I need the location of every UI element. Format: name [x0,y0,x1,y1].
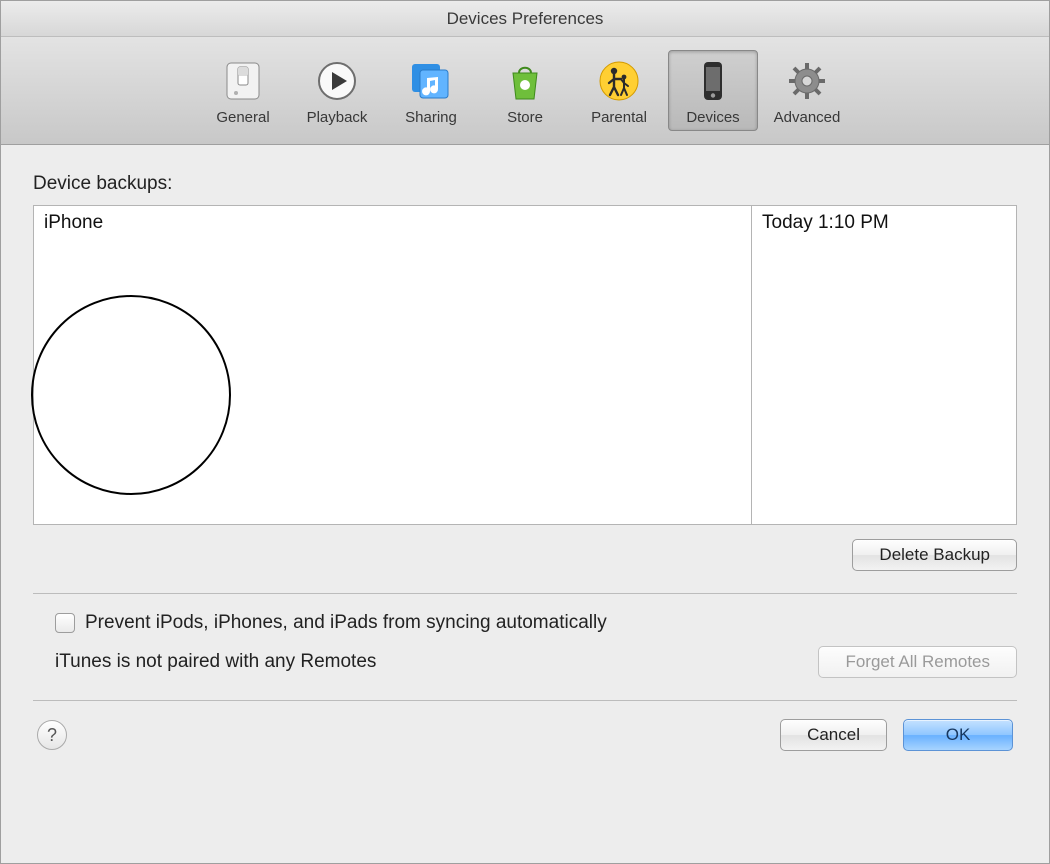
backup-times-column: Today 1:10 PM [752,206,1016,524]
tab-label: General [216,109,269,126]
toolbar: General Playback Sharing [1,37,1049,145]
titlebar: Devices Preferences [1,1,1049,37]
tab-label: Advanced [774,109,841,126]
forget-remotes-button[interactable]: Forget All Remotes [818,646,1017,678]
help-button[interactable]: ? [37,720,67,750]
parental-icon [595,57,643,105]
prevent-sync-row: Prevent iPods, iPhones, and iPads from s… [33,612,1017,634]
preferences-window: Devices Preferences General Playba [0,0,1050,864]
tab-label: Devices [686,109,739,126]
prevent-sync-label: Prevent iPods, iPhones, and iPads from s… [85,612,607,634]
shopping-bag-icon [501,57,549,105]
remotes-row: iTunes is not paired with any Remotes Fo… [33,646,1017,678]
backup-list[interactable]: iPhone Today 1:10 PM [33,205,1017,525]
footer: ? Cancel OK [33,700,1017,771]
tab-general[interactable]: General [198,50,288,131]
tab-parental[interactable]: Parental [574,50,664,131]
window-title: Devices Preferences [447,9,604,29]
device-backups-label: Device backups: [33,173,1017,195]
switch-icon [219,57,267,105]
tab-label: Playback [307,109,368,126]
gear-icon [783,57,831,105]
backup-names-column: iPhone [34,206,752,524]
tab-advanced[interactable]: Advanced [762,50,852,131]
help-icon: ? [47,725,57,746]
tab-label: Parental [591,109,647,126]
ok-button[interactable]: OK [903,719,1013,751]
iphone-icon [689,57,737,105]
tab-devices[interactable]: Devices [668,50,758,131]
tab-store[interactable]: Store [480,50,570,131]
content-area: Device backups: iPhone Today 1:10 PM Del… [1,145,1049,863]
backup-row-time: Today 1:10 PM [752,206,1016,240]
tab-label: Sharing [405,109,457,126]
cancel-button[interactable]: Cancel [780,719,887,751]
play-icon [313,57,361,105]
tab-label: Store [507,109,543,126]
prevent-sync-checkbox[interactable] [55,613,75,633]
music-folders-icon [407,57,455,105]
delete-backup-button[interactable]: Delete Backup [852,539,1017,571]
tab-sharing[interactable]: Sharing [386,50,476,131]
divider [33,593,1017,594]
remotes-status-label: iTunes is not paired with any Remotes [55,651,376,673]
backup-row-name[interactable]: iPhone [34,206,751,240]
tab-playback[interactable]: Playback [292,50,382,131]
